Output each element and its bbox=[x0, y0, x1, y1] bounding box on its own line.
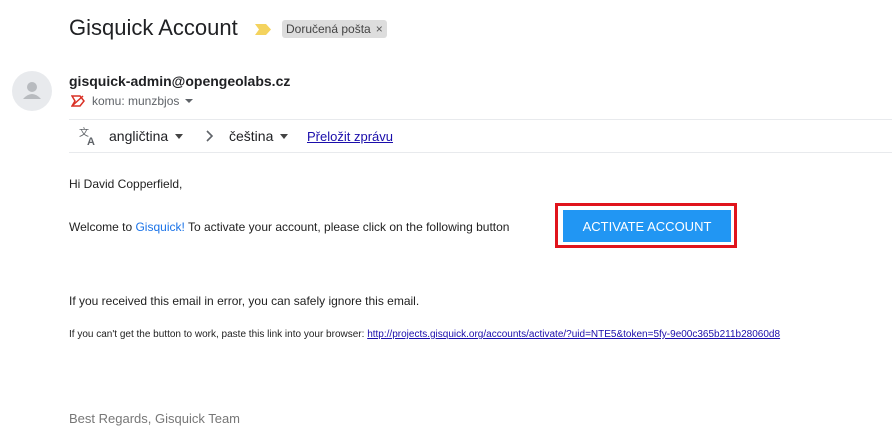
signoff-text: Best Regards, Gisquick Team bbox=[69, 411, 240, 426]
sender-avatar[interactable] bbox=[12, 71, 52, 111]
target-language-label: čeština bbox=[229, 128, 274, 144]
sender-address[interactable]: gisquick-admin@opengeolabs.cz bbox=[69, 73, 290, 89]
welcome-line: Welcome to Gisquick! To activate your ac… bbox=[69, 220, 509, 234]
welcome-prefix: Welcome to bbox=[69, 220, 136, 234]
recipient-text: komu: munzbjos bbox=[92, 94, 180, 108]
inbox-label-text: Doručená pošta bbox=[286, 22, 371, 36]
translate-icon: 文 A bbox=[79, 126, 95, 146]
source-language-label: angličtina bbox=[109, 128, 169, 144]
fallback-link-line: If you can't get the button to work, pas… bbox=[69, 329, 780, 340]
fallback-prefix: If you can't get the button to work, pas… bbox=[69, 329, 368, 340]
avatar-person-icon bbox=[23, 82, 41, 99]
recipient-details[interactable]: komu: munzbjos bbox=[71, 94, 194, 108]
not-important-icon[interactable] bbox=[71, 95, 85, 107]
activate-account-button[interactable]: ACTIVATE ACCOUNT bbox=[563, 210, 731, 242]
dropdown-caret-icon bbox=[280, 133, 289, 139]
dropdown-caret-icon bbox=[175, 133, 184, 139]
remove-label-button[interactable]: × bbox=[376, 22, 383, 36]
greeting-text: Hi David Copperfield, bbox=[69, 177, 183, 191]
welcome-suffix: To activate your account, please click o… bbox=[184, 220, 510, 234]
inbox-label-chip: Doručená pošta × bbox=[282, 20, 387, 38]
error-notice-text: If you received this email in error, you… bbox=[69, 294, 420, 308]
target-language-select[interactable]: čeština bbox=[229, 128, 289, 144]
svg-text:A: A bbox=[87, 136, 95, 146]
importance-marker-icon[interactable] bbox=[255, 24, 271, 35]
gisquick-link[interactable]: Gisquick! bbox=[135, 220, 184, 234]
translate-bar-top-divider bbox=[69, 119, 892, 120]
translate-bar-bottom-divider bbox=[69, 152, 892, 153]
chevron-right-icon bbox=[206, 130, 214, 142]
translate-message-link[interactable]: Přeložit zprávu bbox=[307, 129, 393, 144]
email-subject: Gisquick Account bbox=[69, 15, 238, 40]
source-language-select[interactable]: angličtina bbox=[109, 128, 184, 144]
activation-url-link[interactable]: http://projects.gisquick.org/accounts/ac… bbox=[367, 329, 780, 340]
dropdown-caret-icon[interactable] bbox=[185, 99, 194, 103]
